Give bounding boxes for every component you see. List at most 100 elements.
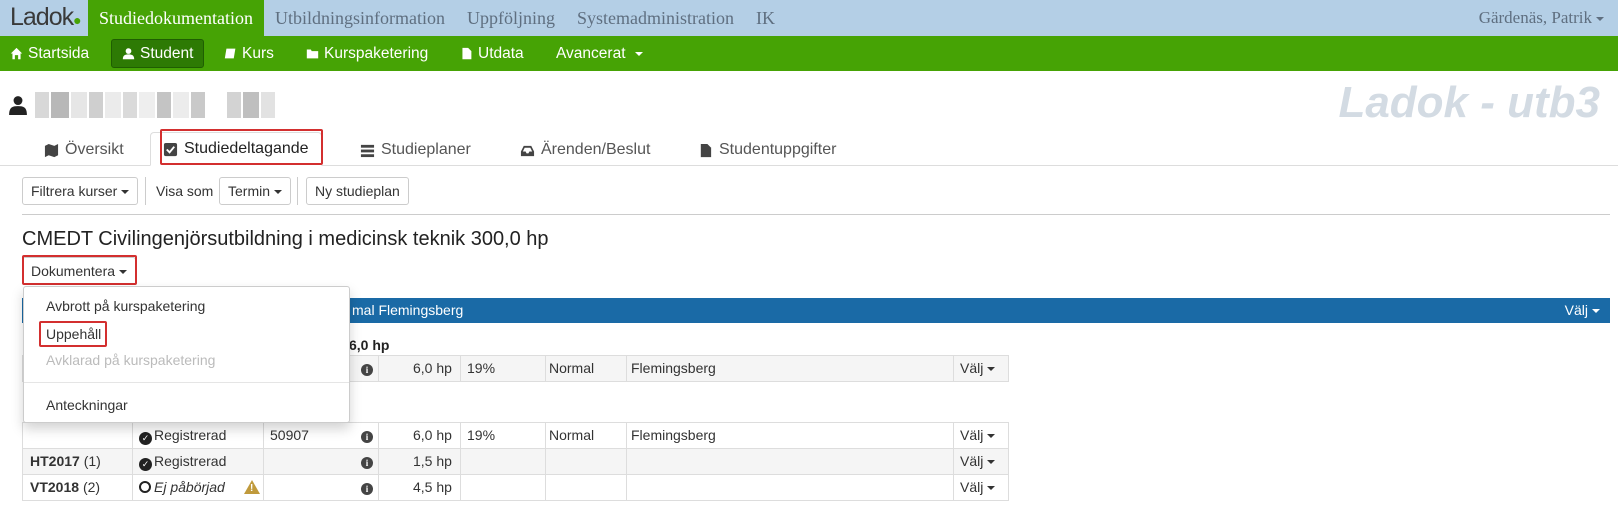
- period-label: HT2017: [30, 453, 80, 469]
- toolbar-divider: [297, 177, 298, 205]
- valj-button[interactable]: Välj: [960, 475, 996, 500]
- status-label: Registrerad: [154, 453, 227, 469]
- user-icon: [9, 96, 27, 115]
- hp-cell: 6,0 hp: [413, 360, 452, 376]
- valj-label: Välj: [960, 427, 984, 443]
- folder-icon: [306, 49, 319, 59]
- info-icon[interactable]: i: [361, 356, 373, 381]
- status-label: Ej påbörjad: [154, 479, 225, 495]
- subnav-avancerat-label: Avancerat: [556, 45, 626, 62]
- topnav-studiedokumentation[interactable]: Studiedokumentation: [88, 0, 264, 36]
- ny-studieplan-button[interactable]: Ny studieplan: [306, 177, 409, 205]
- topnav-systemadministration[interactable]: Systemadministration: [566, 0, 745, 36]
- table-row: VT2018 (2) Ej påbörjad ! i 4,5 hp Välj: [22, 474, 1009, 501]
- valj-button[interactable]: Välj: [960, 356, 996, 381]
- chevron-down-icon: [634, 51, 643, 56]
- top-nav-menu: Studiedokumentation Utbildningsinformati…: [88, 0, 786, 36]
- menu-item-anteckningar[interactable]: Anteckningar: [46, 397, 128, 413]
- ladok-logo[interactable]: Ladok●: [10, 3, 82, 32]
- table-row: HT2017 (1) ✓ Registrerad i 1,5 hp Välj: [22, 448, 1009, 475]
- topnav-uppfoljning[interactable]: Uppföljning: [456, 0, 566, 36]
- period-count: (2): [82, 479, 101, 495]
- percent-cell: 19%: [467, 360, 496, 376]
- redacted-student-name: [33, 92, 275, 118]
- program-title: CMEDT Civilingenjörsutbildning i medicin…: [22, 228, 549, 250]
- toolbar-divider: [145, 177, 146, 205]
- topnav-ik[interactable]: IK: [745, 0, 786, 36]
- tab-arenden-beslut[interactable]: Ärenden/Beslut: [520, 134, 650, 166]
- period-cell: HT2017 (1): [30, 449, 101, 474]
- filtrera-kurser-label: Filtrera kurser: [31, 183, 118, 199]
- environment-label: Ladok - utb3: [1338, 78, 1600, 127]
- tab-studiedeltagande-label: Studiedeltagande: [184, 140, 309, 157]
- visa-som-label: Visa som: [156, 183, 214, 199]
- check-circle-icon: ✓: [139, 432, 152, 445]
- user-menu[interactable]: Gärdenäs, Patrik: [1479, 0, 1604, 36]
- period-count: (1): [83, 453, 101, 469]
- termin-select[interactable]: Termin: [219, 177, 292, 205]
- ort-cell: Flemingsberg: [631, 360, 716, 376]
- chevron-down-icon: [1596, 17, 1604, 22]
- subnav-utdata[interactable]: Utdata: [450, 39, 534, 68]
- period-cell: VT2018 (2): [30, 475, 100, 500]
- tab-studentuppgifter-label: Studentuppgifter: [719, 141, 837, 158]
- kurspaketering-valj-button[interactable]: Välj: [1565, 298, 1600, 323]
- user-name: Gärdenäs, Patrik: [1478, 8, 1592, 27]
- table-row: ✓ Registrerad 50907 i 6,0 hp 19% Normal F…: [22, 422, 1009, 449]
- list-icon: [360, 144, 375, 157]
- hp-cell: 6,0 hp: [413, 427, 452, 443]
- top-navigation: Ladok● Studiedokumentation Utbildningsin…: [0, 0, 1618, 36]
- chevron-down-icon: [121, 190, 130, 195]
- dokumentera-button[interactable]: Dokumentera: [22, 257, 137, 285]
- status-cell: ✓ Registrerad: [139, 423, 226, 448]
- menu-item-avbrott[interactable]: Avbrott på kurspaketering: [46, 298, 205, 314]
- file-icon: [462, 47, 472, 60]
- percent-cell: 19%: [467, 427, 496, 443]
- topnav-utbildningsinformation[interactable]: Utbildningsinformation: [264, 0, 456, 36]
- status-label: Registrerad: [154, 427, 227, 443]
- chevron-down-icon: [987, 486, 996, 491]
- ort-cell: Flemingsberg: [631, 427, 716, 443]
- status-cell: ✓ Registrerad: [139, 449, 226, 474]
- chevron-down-icon: [987, 434, 996, 439]
- subnav-student[interactable]: Student: [111, 39, 205, 68]
- warning-icon[interactable]: !: [244, 479, 260, 504]
- subnav-startsida[interactable]: Startsida: [0, 39, 99, 68]
- tempo-cell: Normal: [549, 427, 595, 443]
- valj-button[interactable]: Välj: [960, 423, 996, 448]
- subnav-student-label: Student: [140, 45, 194, 62]
- kurspaketering-bar-text: mal Flemingsberg: [352, 302, 464, 318]
- subnav-kurspaketering-label: Kurspaketering: [324, 45, 429, 62]
- toolbar-separator: [22, 214, 1610, 215]
- valj-button[interactable]: Välj: [960, 449, 996, 474]
- tab-oversikt[interactable]: Översikt: [44, 134, 124, 166]
- code-cell: 50907: [270, 427, 309, 443]
- info-icon[interactable]: i: [361, 423, 373, 448]
- tab-oversikt-label: Översikt: [65, 141, 124, 158]
- subnav-kurspaketering[interactable]: Kurspaketering: [296, 39, 438, 68]
- subnav-kurs-label: Kurs: [242, 45, 274, 62]
- tab-studentuppgifter[interactable]: Studentuppgifter: [698, 134, 836, 166]
- tab-studiedeltagande[interactable]: Studiedeltagande: [150, 132, 322, 166]
- filtrera-kurser-button[interactable]: Filtrera kurser: [22, 177, 139, 205]
- chevron-down-icon: [274, 190, 283, 195]
- info-icon[interactable]: i: [361, 475, 373, 500]
- subnav-avancerat[interactable]: Avancerat: [546, 39, 653, 68]
- sub-navigation: Startsida Student Kurs Kurspaketering Ut…: [0, 36, 1618, 71]
- valj-label: Välj: [960, 479, 984, 495]
- student-header: [9, 90, 275, 120]
- menu-divider: [24, 382, 349, 383]
- checkbox-checked-icon: [163, 142, 178, 156]
- subnav-kurs[interactable]: Kurs: [214, 39, 284, 68]
- file-text-icon: [700, 143, 712, 157]
- check-circle-icon: ✓: [139, 458, 152, 471]
- chevron-down-icon: [1592, 309, 1600, 314]
- hp-cell: 4,5 hp: [413, 479, 452, 495]
- menu-item-avklarad: Avklarad på kurspaketering: [46, 352, 216, 368]
- termin-label: Termin: [228, 183, 271, 199]
- info-icon[interactable]: i: [361, 449, 373, 474]
- tab-studieplaner[interactable]: Studieplaner: [360, 134, 471, 166]
- user-icon: [122, 48, 135, 60]
- menu-item-uppehall[interactable]: Uppehåll: [46, 326, 101, 342]
- period-label: VT2018: [30, 479, 80, 495]
